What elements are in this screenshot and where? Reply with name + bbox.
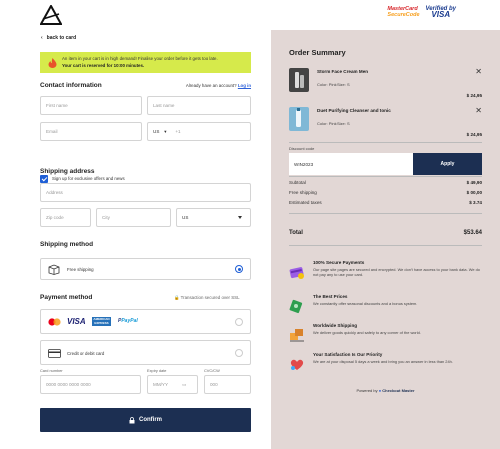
ssl-note: 🔒 Transaction secured over SSL <box>174 295 240 300</box>
feature-best-prices: The Best Prices We constantly offer seas… <box>289 294 482 314</box>
country-select[interactable]: US <box>176 208 251 227</box>
shipping-option-label: Free shipping <box>67 267 94 272</box>
discount-label: Discount code <box>289 146 315 151</box>
confirm-button[interactable]: Confirm <box>40 408 251 432</box>
top-header: MasterCard SecureCode Verified by VISA <box>0 0 500 30</box>
item-name: Storm Face Cream Men <box>317 69 369 74</box>
order-summary-title: Order Summary <box>289 48 346 57</box>
brand-dot-icon: ● <box>378 388 382 393</box>
country-code-select[interactable]: US <box>153 129 159 134</box>
item-name: Duet Purifying Cleanser and tonic <box>317 108 391 113</box>
signup-label: Sign up for exclusive offers and news <box>52 176 125 181</box>
payment-title: Payment method <box>40 294 93 301</box>
phone-prefix: +1 <box>175 129 181 134</box>
zip-input[interactable]: Zip code <box>40 208 91 227</box>
email-input[interactable]: Email <box>40 122 142 141</box>
item-size: Size: S <box>337 82 350 87</box>
item-color: Color: Pink <box>317 121 337 126</box>
powered-by: Powered by ● Checkout Master <box>356 388 415 393</box>
card-payment-option[interactable]: Credit or debit card <box>40 340 251 365</box>
secure-badges: MasterCard SecureCode Verified by VISA <box>387 6 456 19</box>
heart-icon <box>290 359 304 370</box>
first-name-input[interactable]: First name <box>40 96 142 115</box>
expiry-label: Expiry date <box>147 368 167 373</box>
card-number-input[interactable]: 0000 0000 0000 0000 <box>40 375 141 394</box>
card-option-label: Credit or debit card <box>67 351 105 356</box>
credit-card-icon <box>48 349 61 358</box>
divider <box>289 142 482 143</box>
divider <box>289 176 482 177</box>
amex-icon: AMERICAN EXPRESS <box>92 317 111 326</box>
signup-checkbox[interactable] <box>40 175 48 183</box>
back-link[interactable]: ‹ back to card <box>41 35 76 41</box>
expiry-input[interactable]: MM/YY ▭ <box>147 375 198 394</box>
money-icon <box>289 299 303 314</box>
paypal-icon: PPayPal <box>118 318 138 324</box>
lock-icon: 🔒 <box>174 295 180 300</box>
card-number-label: Card number <box>40 368 63 373</box>
feature-worldwide-shipping: Worldwide Shipping We deliver goods quic… <box>289 323 482 343</box>
card-radio[interactable] <box>235 349 243 357</box>
shipping-boxes-icon <box>290 329 304 342</box>
shipping-option[interactable]: Free shipping <box>40 258 251 280</box>
shipping-title: Shipping address <box>40 168 95 175</box>
chevron-down-icon: ▼ <box>163 129 168 134</box>
shipping-row: Free shipping $ 00,00 <box>289 190 482 195</box>
package-icon <box>48 264 60 275</box>
shipping-method-title: Shipping method <box>40 241 94 248</box>
address-input[interactable]: Address <box>40 183 251 202</box>
item-size: Size: S <box>337 121 350 126</box>
order-summary-panel: Order Summary Storm Face Cream Men Color… <box>271 30 500 449</box>
subtotal-row: Subtotal $ 49,90 <box>289 180 482 185</box>
alert-timer: Your cart is reserved for 10:00 minutes. <box>62 62 145 68</box>
remove-item-icon[interactable]: ✕ <box>475 68 482 76</box>
feature-secure-payments: 100% Secure Payments Our page site pages… <box>289 260 482 280</box>
item-color: Color: Pink <box>317 82 337 87</box>
item-price: $ 24,95 <box>466 93 482 98</box>
lock-icon <box>129 416 135 423</box>
contact-title: Contact information <box>40 82 102 89</box>
item-price: $ 24,95 <box>466 132 482 137</box>
cvc-input[interactable]: 000 <box>204 375 251 394</box>
product-thumbnail <box>289 68 309 92</box>
calendar-icon: ▭ <box>182 381 187 387</box>
verified-by-visa-logo: Verified by VISA <box>425 6 456 19</box>
divider <box>289 245 482 246</box>
fire-icon <box>48 57 57 68</box>
city-input[interactable]: City <box>96 208 171 227</box>
brand-logo-icon[interactable] <box>40 5 62 25</box>
feature-satisfaction: Your Satisfaction Is Our Priority We are… <box>289 352 482 372</box>
mastercard-icon <box>48 318 61 326</box>
product-thumbnail <box>289 107 309 131</box>
discount-code-input[interactable]: WIN2023 <box>289 153 413 175</box>
login-link[interactable]: Log in <box>238 83 251 88</box>
shipping-radio[interactable] <box>235 265 243 273</box>
cvc-label: CVC/CW <box>204 368 220 373</box>
wallet-payment-option[interactable]: VISA AMERICAN EXPRESS PPayPal <box>40 309 251 334</box>
total-row: Total $53.64 <box>289 230 482 236</box>
demand-alert: An item in your cart is in high demand! … <box>40 52 251 73</box>
visa-icon: VISA <box>67 317 86 326</box>
divider <box>289 213 482 214</box>
checkout-form: ‹ back to card An item in your cart is i… <box>0 30 271 449</box>
mastercard-securecode-logo: MasterCard SecureCode <box>387 6 420 18</box>
taxes-row: Estimated taxes $ 3.74 <box>289 200 482 205</box>
last-name-input[interactable]: Last name <box>147 96 251 115</box>
apply-button[interactable]: Apply <box>413 153 482 175</box>
remove-item-icon[interactable]: ✕ <box>475 107 482 115</box>
chevron-down-icon <box>238 216 242 219</box>
wallet-radio[interactable] <box>235 318 243 326</box>
login-prompt: Already have an account? Log in <box>185 83 251 88</box>
phone-input[interactable]: US ▼ +1 <box>147 122 251 141</box>
chevron-left-icon: ‹ <box>41 35 43 41</box>
secure-card-icon <box>289 267 304 279</box>
